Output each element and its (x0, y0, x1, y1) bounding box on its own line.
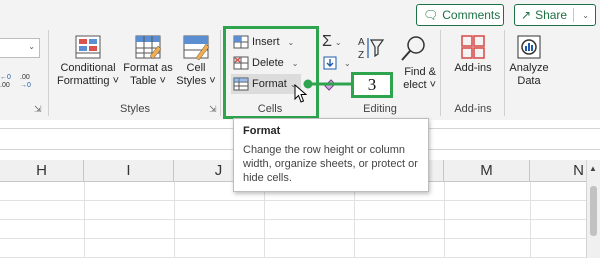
grid-column-line (264, 182, 265, 258)
svg-text:Z: Z (358, 50, 364, 61)
cell-styles-label-1: Cell (186, 62, 206, 74)
grid-row (0, 220, 586, 239)
decrease-decimal-button[interactable]: .00 →0 (20, 72, 38, 89)
chevron-down-icon: ⌄ (582, 10, 589, 20)
analyze-data-label-2: Data (517, 75, 541, 87)
add-ins-group-label: Add-ins (454, 103, 492, 115)
tooltip-body: Change the row height or column width, o… (243, 144, 418, 184)
grid-row (0, 201, 586, 220)
analyze-data-label-1: Analyze (509, 62, 549, 74)
column-header-m[interactable]: M (444, 160, 530, 182)
fill-button[interactable]: ⌄ (322, 54, 351, 72)
column-header-i[interactable]: I (84, 160, 174, 182)
grid-column-line (174, 182, 175, 258)
scroll-up-arrow-icon[interactable]: ▲ (589, 164, 597, 173)
magnifier-icon (401, 36, 425, 61)
chevron-down-icon: ⌄ (344, 58, 351, 68)
format-as-table-label-1: Format as (123, 62, 173, 74)
scrollbar-thumb[interactable] (590, 186, 597, 236)
grid-column-line (444, 182, 445, 258)
conditional-formatting-icon (75, 35, 101, 59)
grid-column-line (84, 182, 85, 258)
cell-styles-button[interactable]: Cell Styles ˅ (176, 34, 216, 88)
callout-connector (303, 79, 354, 89)
number-dialog-launcher-icon[interactable]: ⇲ (34, 104, 42, 115)
comments-button[interactable]: 🗨 Comments (416, 4, 504, 26)
editing-group-label: Editing (363, 103, 397, 115)
find-select-label-2: elect ˅ (403, 79, 436, 91)
svg-text:←0: ←0 (0, 74, 11, 81)
add-ins-label: Add-ins (454, 62, 492, 74)
analyze-data-button[interactable]: Analyze Data (508, 34, 550, 88)
grid-row (0, 239, 586, 258)
find-select-label-1: Find & (404, 66, 436, 78)
share-icon: ↗ (521, 8, 532, 22)
styles-group-label: Styles (120, 103, 150, 115)
column-header-h[interactable]: H (0, 160, 84, 182)
analyze-data-icon (517, 35, 541, 59)
sort-filter-button[interactable]: A Z (356, 34, 386, 64)
find-select-button[interactable]: Find & elect ˅ (392, 34, 436, 98)
cell-styles-icon (183, 35, 210, 60)
cell-styles-label-2: Styles ˅ (176, 75, 216, 87)
chevron-down-icon: ⌄ (334, 37, 342, 47)
format-as-table-button[interactable]: Format as Table ˅ (122, 34, 174, 88)
column-header-n[interactable]: N (530, 160, 586, 182)
tooltip-title: Format (243, 125, 281, 137)
conditional-formatting-label-1: Conditional (60, 62, 116, 74)
add-ins-button[interactable]: Add-ins (448, 34, 498, 75)
increase-decimal-icon: ←0 .00 (0, 74, 11, 89)
fill-down-icon (323, 56, 337, 70)
increase-decimal-button[interactable]: ←0 .00 (0, 72, 18, 89)
conditional-formatting-label-2: Formatting ˅ (56, 75, 120, 87)
vertical-scrollbar[interactable]: ▲ (586, 160, 600, 258)
svg-text:.00: .00 (0, 82, 10, 88)
step-number-callout: 3 (351, 72, 393, 98)
add-ins-icon (461, 35, 485, 59)
svg-text:.00: .00 (20, 74, 30, 81)
svg-text:A: A (358, 37, 365, 48)
grid-column-line (354, 182, 355, 258)
format-as-table-icon (135, 35, 162, 60)
number-format-dropdown[interactable]: ⌄ (0, 38, 40, 58)
sort-filter-icon: A Z (358, 37, 385, 61)
decrease-decimal-icon: .00 →0 (20, 74, 31, 89)
comments-label: Comments (442, 8, 501, 22)
format-tooltip: Format Change the row height or column w… (233, 118, 429, 192)
autosum-icon: Σ (322, 33, 332, 50)
chevron-down-icon: ⌄ (28, 42, 35, 51)
grid-column-line (530, 182, 531, 258)
conditional-formatting-button[interactable]: Conditional Formatting ˅ (56, 34, 120, 88)
styles-dialog-launcher-icon[interactable]: ⇲ (209, 104, 217, 115)
share-label: Share (535, 8, 568, 22)
cells-group-highlight (223, 26, 319, 119)
comment-icon: 🗨 (423, 8, 439, 22)
autosum-button[interactable]: Σ ⌄ (322, 33, 342, 51)
share-button[interactable]: ↗ Share ⌄ (514, 4, 596, 26)
svg-text:→0: →0 (20, 82, 31, 88)
format-as-table-label-2: Table ˅ (130, 75, 166, 87)
